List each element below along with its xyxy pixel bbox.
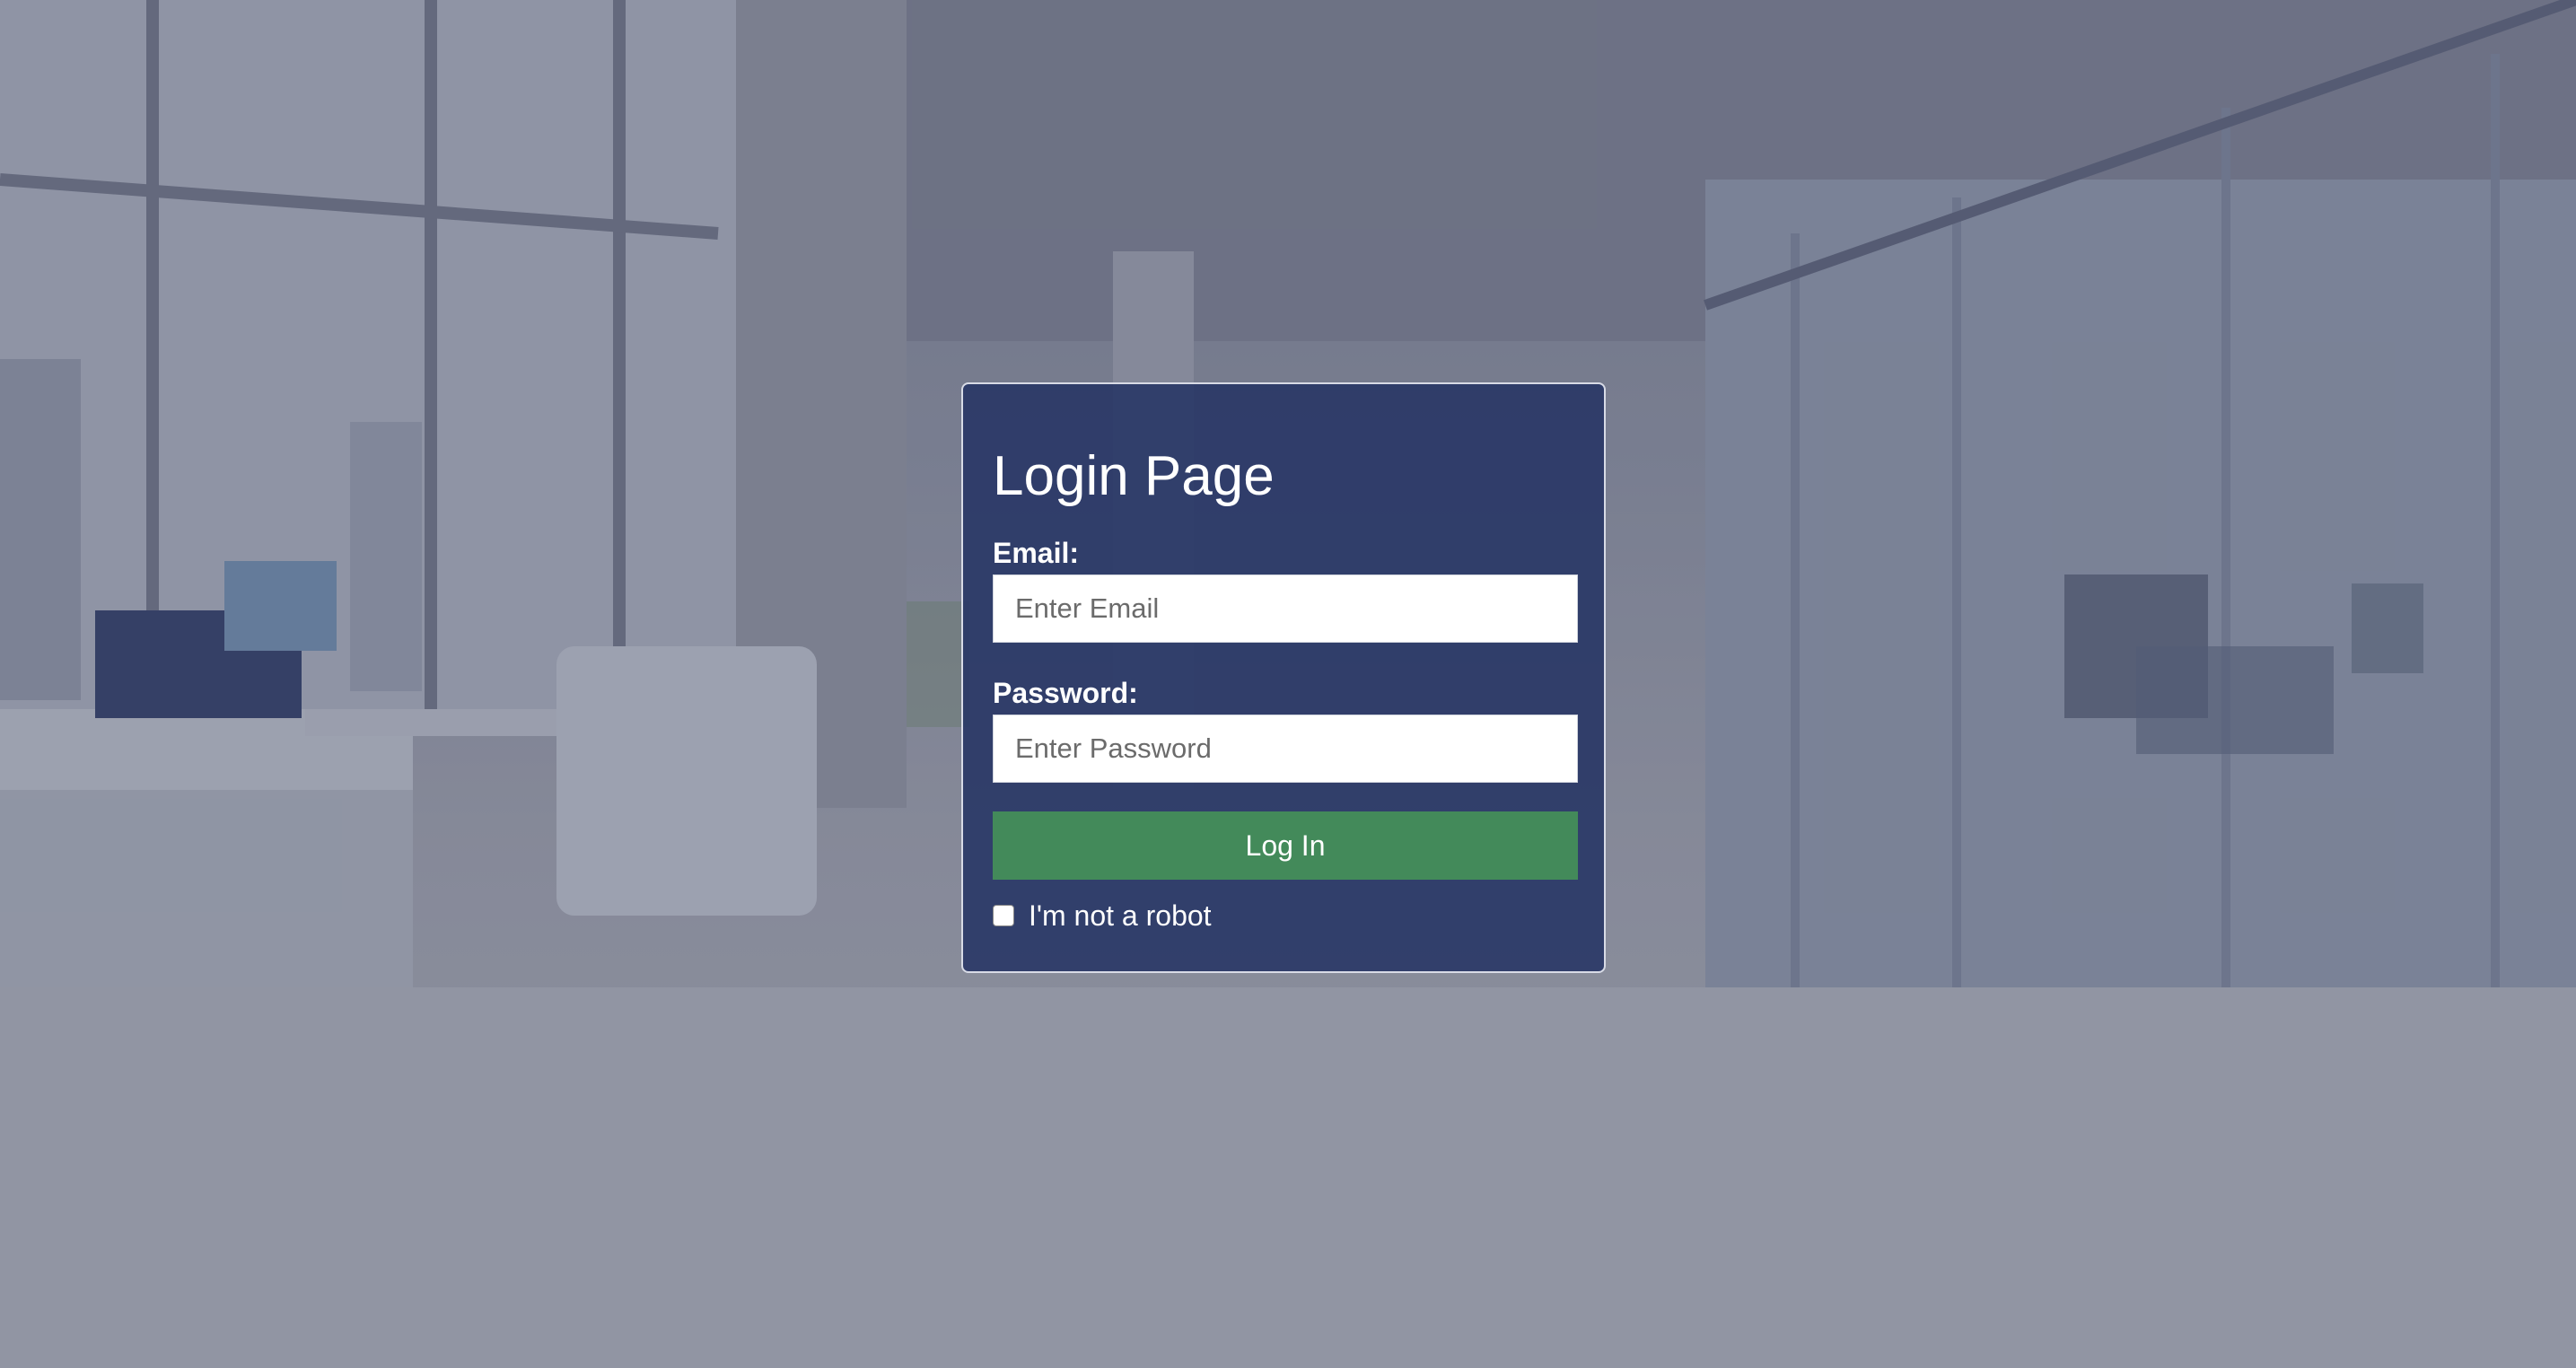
email-label: Email: — [993, 537, 1080, 569]
robot-checkbox[interactable] — [993, 905, 1014, 926]
password-field[interactable] — [993, 715, 1578, 783]
password-label: Password: — [993, 677, 1138, 709]
robot-label[interactable]: I'm not a robot — [1029, 901, 1212, 930]
login-card: Login Page Email: Password: Log In I'm n… — [961, 382, 1606, 973]
login-button[interactable]: Log In — [993, 811, 1578, 880]
email-field[interactable] — [993, 574, 1578, 643]
page-title: Login Page — [993, 445, 1275, 507]
robot-check-row: I'm not a robot — [993, 901, 1212, 930]
